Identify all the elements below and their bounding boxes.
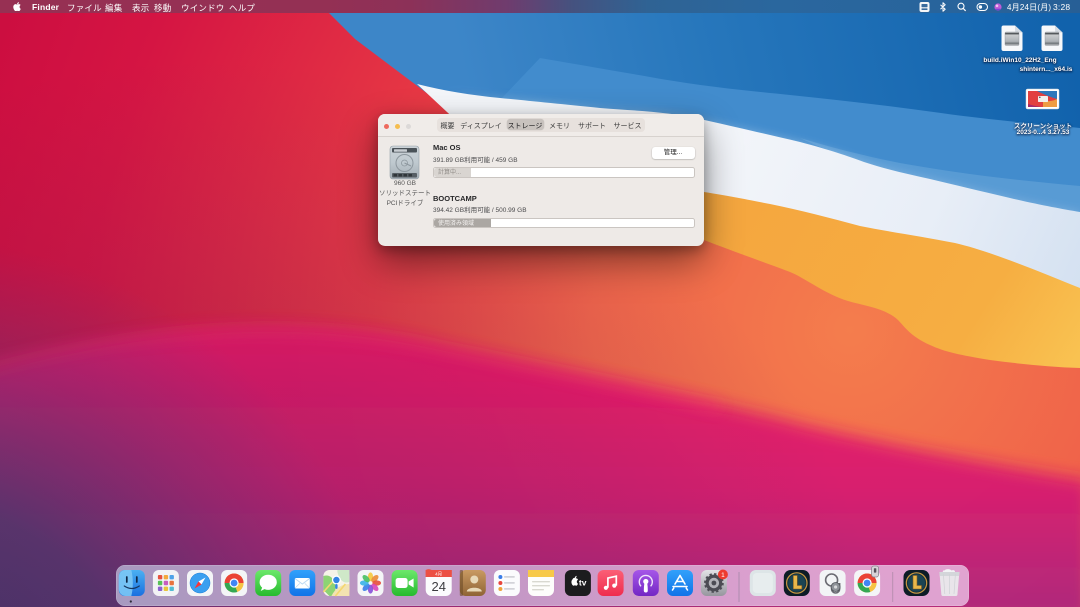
svg-text:tv: tv	[579, 578, 587, 588]
svg-text:24: 24	[431, 579, 445, 594]
svg-text:1: 1	[721, 572, 725, 579]
